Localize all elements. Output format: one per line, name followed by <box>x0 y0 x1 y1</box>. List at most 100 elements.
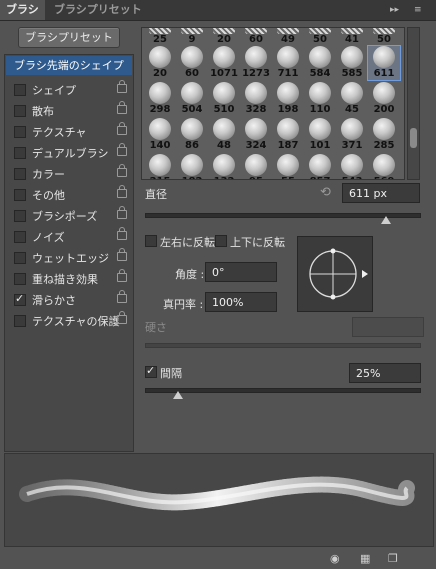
flip-x-checkbox[interactable] <box>145 235 157 247</box>
brush-tip-cell[interactable]: 504 <box>176 82 208 116</box>
brush-tip-cell[interactable]: 49 <box>272 28 304 46</box>
lock-icon[interactable] <box>117 143 127 156</box>
brush-tip-cell[interactable]: 60 <box>176 46 208 80</box>
brush-tip-cell[interactable]: 95 <box>240 154 272 179</box>
brush-tip-cell[interactable]: 25 <box>144 28 176 46</box>
flip-y-checkbox[interactable] <box>215 235 227 247</box>
lock-icon[interactable] <box>117 164 127 177</box>
option-checkbox[interactable] <box>14 168 26 180</box>
brush-tip-cell[interactable]: 50 <box>368 28 400 46</box>
option-checkbox[interactable] <box>14 84 26 96</box>
lock-icon[interactable] <box>117 185 127 198</box>
brush-option-item[interactable]: テクスチャ <box>5 121 133 142</box>
brush-tip-cell[interactable]: 1071 <box>208 46 240 80</box>
brush-tip-cell[interactable]: 298 <box>144 82 176 116</box>
brush-tip-cell[interactable]: 200 <box>368 82 400 116</box>
brush-tip-cell[interactable]: 140 <box>144 118 176 152</box>
brush-tip-cell[interactable]: 857 <box>304 154 336 179</box>
brush-option-item[interactable]: 散布 <box>5 100 133 121</box>
diameter-slider-knob[interactable] <box>381 216 392 224</box>
brush-option-item[interactable]: 重ね描き効果 <box>5 268 133 289</box>
lock-icon[interactable] <box>117 122 127 135</box>
brush-tip-cell[interactable]: 41 <box>336 28 368 46</box>
brush-tip-cell[interactable]: 48 <box>208 118 240 152</box>
spacing-slider-knob[interactable] <box>172 391 183 399</box>
brush-tip-cell[interactable]: 215 <box>144 154 176 179</box>
tab-brush-presets[interactable]: ブラシプリセット <box>48 0 148 20</box>
brush-tip-cell[interactable]: 328 <box>240 82 272 116</box>
brush-option-item[interactable]: その他 <box>5 184 133 205</box>
spacing-field[interactable]: 25% <box>349 363 421 383</box>
option-checkbox[interactable] <box>14 231 26 243</box>
brush-option-item[interactable]: 滑らかさ <box>5 289 133 310</box>
lock-icon[interactable] <box>117 80 127 93</box>
spacing-checkbox[interactable] <box>145 364 157 378</box>
brush-tip-cell[interactable]: 86 <box>176 118 208 152</box>
brush-option-item[interactable]: ノイズ <box>5 226 133 247</box>
brush-tip-cell[interactable]: 55 <box>272 154 304 179</box>
lock-icon[interactable] <box>117 248 127 261</box>
new-preset-icon[interactable]: ❐ <box>388 552 398 565</box>
roundness-field[interactable]: 100% <box>205 292 277 312</box>
panel-menu-icon[interactable]: ≡ <box>414 3 422 17</box>
brush-tip-cell[interactable]: 543 <box>336 154 368 179</box>
brush-tip-cell[interactable]: 101 <box>304 118 336 152</box>
brush-tip-cell[interactable]: 198 <box>272 82 304 116</box>
tab-brush[interactable]: ブラシ <box>0 0 45 20</box>
option-checkbox[interactable] <box>14 126 26 138</box>
brush-tip-cell[interactable]: 132 <box>208 154 240 179</box>
diameter-field[interactable]: 611 px <box>342 183 420 203</box>
scrollbar-thumb[interactable] <box>410 128 417 148</box>
brush-tip-cell[interactable]: 285 <box>368 118 400 152</box>
brush-option-item[interactable]: テクスチャの保護 <box>5 310 133 331</box>
brush-tip-cell[interactable]: 711 <box>272 46 304 80</box>
brush-tip-cell[interactable]: 60 <box>240 28 272 46</box>
brush-tip-cell[interactable]: 324 <box>240 118 272 152</box>
spacing-slider[interactable] <box>145 388 421 393</box>
brush-tip-cell[interactable]: 371 <box>336 118 368 152</box>
option-checkbox[interactable] <box>14 273 26 285</box>
brush-tip-cell[interactable]: 45 <box>336 82 368 116</box>
option-checkbox[interactable] <box>14 189 26 201</box>
brush-tip-cell[interactable]: 20 <box>208 28 240 46</box>
collapse-icon[interactable]: ▸▸ <box>390 3 399 17</box>
option-checkbox[interactable] <box>14 315 26 327</box>
lock-icon[interactable] <box>117 269 127 282</box>
brush-tip-cell[interactable]: 585 <box>336 46 368 80</box>
option-checkbox[interactable] <box>14 292 26 306</box>
brush-tip-cell[interactable]: 182 <box>176 154 208 179</box>
brush-tip-cell[interactable]: 611 <box>367 45 401 81</box>
lock-icon[interactable] <box>117 290 127 303</box>
brush-tip-cell[interactable]: 50 <box>304 28 336 46</box>
reset-size-icon[interactable]: ⟲ <box>320 185 331 200</box>
brush-option-item[interactable]: カラー <box>5 163 133 184</box>
brush-presets-button[interactable]: ブラシプリセット <box>18 27 120 48</box>
brush-tip-shape-item[interactable]: ブラシ先端のシェイプ <box>6 56 132 75</box>
brush-option-item[interactable]: シェイプ <box>5 79 133 100</box>
brush-grid-scrollbar[interactable] <box>407 27 420 180</box>
brush-option-item[interactable]: ウェットエッジ <box>5 247 133 268</box>
brush-tip-cell[interactable]: 20 <box>144 46 176 80</box>
brush-toggle-icon[interactable]: ◉ <box>330 552 340 565</box>
brush-tip-cell[interactable]: 187 <box>272 118 304 152</box>
brush-option-item[interactable]: ブラシポーズ <box>5 205 133 226</box>
option-checkbox[interactable] <box>14 105 26 117</box>
angle-roundness-dial[interactable] <box>297 236 373 312</box>
brush-tip-cell[interactable]: 9 <box>176 28 208 46</box>
option-checkbox[interactable] <box>14 252 26 264</box>
brush-option-item[interactable]: デュアルブラシ <box>5 142 133 163</box>
diameter-slider[interactable] <box>145 213 421 218</box>
lock-icon[interactable] <box>117 227 127 240</box>
option-checkbox[interactable] <box>14 210 26 222</box>
brush-tip-cell[interactable]: 569 <box>368 154 400 179</box>
lock-icon[interactable] <box>117 101 127 114</box>
brush-tip-cell[interactable]: 584 <box>304 46 336 80</box>
grid-icon[interactable]: ▦ <box>360 552 370 565</box>
angle-field[interactable]: 0° <box>205 262 277 282</box>
brush-tip-cell[interactable]: 510 <box>208 82 240 116</box>
option-checkbox[interactable] <box>14 147 26 159</box>
lock-icon[interactable] <box>117 206 127 219</box>
brush-tip-cell[interactable]: 110 <box>304 82 336 116</box>
brush-tip-cell[interactable]: 1273 <box>240 46 272 80</box>
lock-icon[interactable] <box>117 311 127 324</box>
